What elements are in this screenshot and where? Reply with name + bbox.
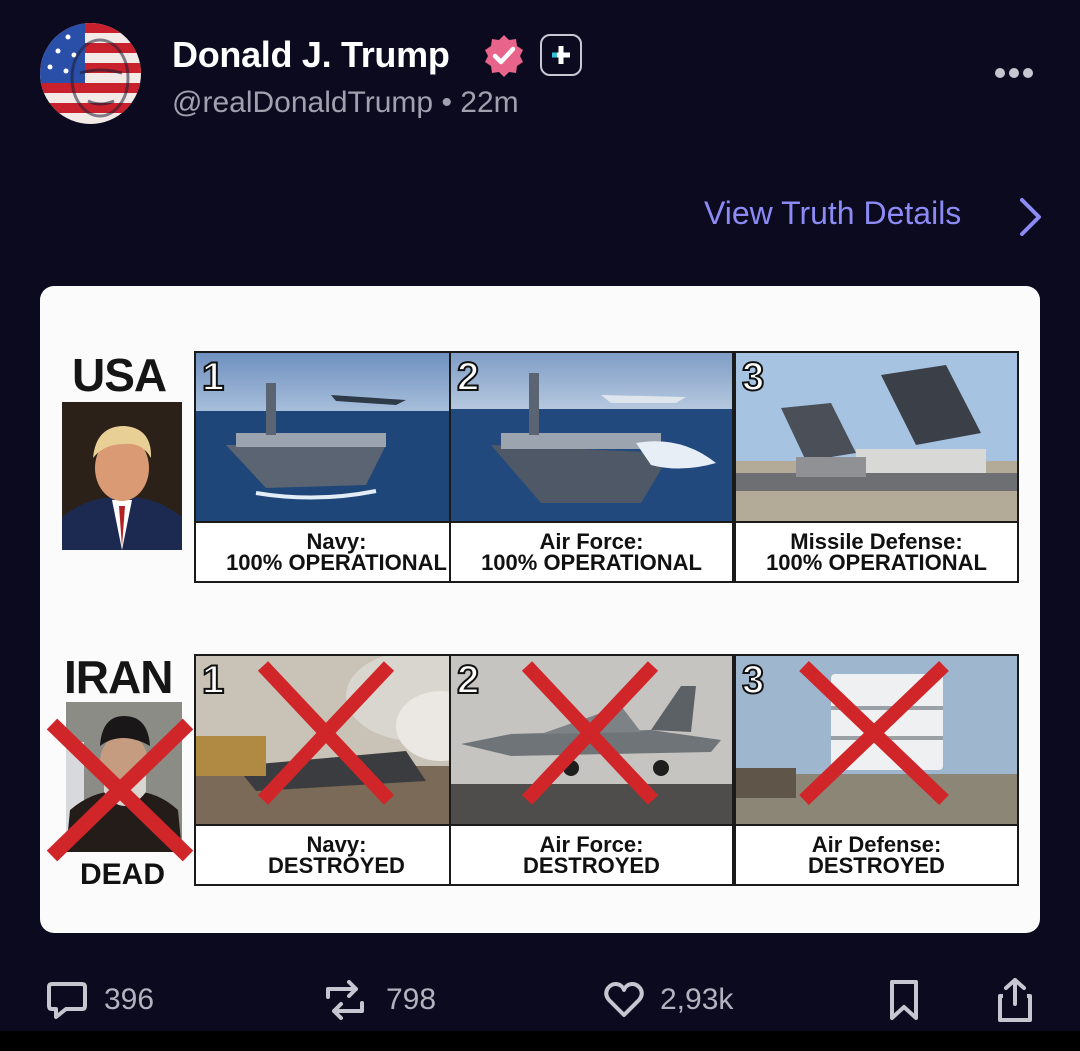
usa-panel-navy: 1 Navy: 100% OPERATIONAL	[194, 351, 479, 583]
reply-button[interactable]: 396	[44, 970, 154, 1030]
usa-panel-number: 2	[456, 355, 480, 399]
cross-mark-icon	[40, 714, 198, 864]
like-button[interactable]: 2,93k	[602, 970, 733, 1030]
aircraft-carrier-photo	[196, 353, 477, 521]
panel-title: Navy:	[306, 832, 367, 857]
verified-badge-icon	[481, 33, 527, 79]
panel-status: 100% OPERATIONAL	[226, 550, 447, 575]
like-count: 2,93k	[660, 983, 734, 1016]
iran-panel-air-defense: 3 Air Defense: DESTROYED	[734, 654, 1019, 886]
usa-panel-air-force: 2 Air Force: 100% OPERATIONAL	[449, 351, 734, 583]
usa-panel-missile-defense: 3 Missile Defense: 100% OPERATIONAL	[734, 351, 1019, 583]
share-button[interactable]	[994, 970, 1036, 1030]
more-options-icon[interactable]	[993, 66, 1035, 80]
panel-status: 100% OPERATIONAL	[481, 550, 702, 575]
iran-panel-number: 2	[456, 658, 480, 702]
cross-mark-icon	[521, 661, 659, 805]
usa-panel-number: 3	[741, 355, 765, 399]
usa-leader-portrait	[62, 402, 182, 550]
iran-panel-number: 1	[201, 658, 225, 702]
author-handle-and-time: @realDonaldTrump • 22m	[172, 86, 519, 119]
carrier-with-jet-photo	[451, 353, 732, 521]
bottom-edge-bar	[0, 1031, 1080, 1051]
author-avatar[interactable]	[40, 23, 141, 124]
panel-title: Air Force:	[539, 832, 644, 857]
iran-panel-number: 3	[741, 658, 765, 702]
panel-title: Navy:	[306, 529, 367, 554]
author-name[interactable]: Donald J. Trump	[172, 34, 450, 76]
retruth-count: 798	[386, 983, 437, 1016]
panel-title: Air Defense:	[811, 832, 942, 857]
reply-count: 396	[104, 983, 155, 1016]
heart-icon	[604, 982, 644, 1017]
retruth-icon	[326, 980, 364, 1020]
bookmark-icon	[890, 980, 918, 1020]
view-truth-details-link[interactable]: View Truth Details	[704, 195, 961, 232]
plus-badge-icon	[540, 34, 582, 76]
iran-panel-air-force: 2 Air Force: DESTROYED	[449, 654, 734, 886]
iran-label: IRAN	[64, 651, 173, 703]
cross-mark-icon	[257, 661, 395, 805]
share-icon	[998, 978, 1032, 1022]
panel-status: DESTROYED	[523, 853, 660, 878]
cross-mark-icon	[799, 660, 949, 806]
iran-panel-navy: 1 Navy: DESTROYED	[194, 651, 486, 886]
post-image[interactable]: USA 1 Navy: 100% OPERATIONAL 2 Air Force…	[40, 286, 1040, 933]
panel-status: DESTROYED	[268, 853, 405, 878]
usa-panel-number: 1	[201, 355, 225, 399]
dead-label: DEAD	[80, 858, 166, 891]
panel-status: DESTROYED	[808, 853, 945, 878]
panel-status: 100% OPERATIONAL	[766, 550, 987, 575]
panel-title: Air Force:	[539, 529, 644, 554]
post-actions-bar: 396 798 2,93k	[0, 970, 1080, 1030]
panel-title: Missile Defense:	[790, 529, 963, 554]
missile-launcher-photo	[736, 353, 1017, 521]
chevron-right-icon[interactable]	[1015, 195, 1045, 239]
usa-label: USA	[72, 349, 167, 401]
retruth-button[interactable]: 798	[318, 970, 436, 1030]
reply-icon	[47, 982, 87, 1019]
bookmark-button[interactable]	[886, 970, 922, 1030]
